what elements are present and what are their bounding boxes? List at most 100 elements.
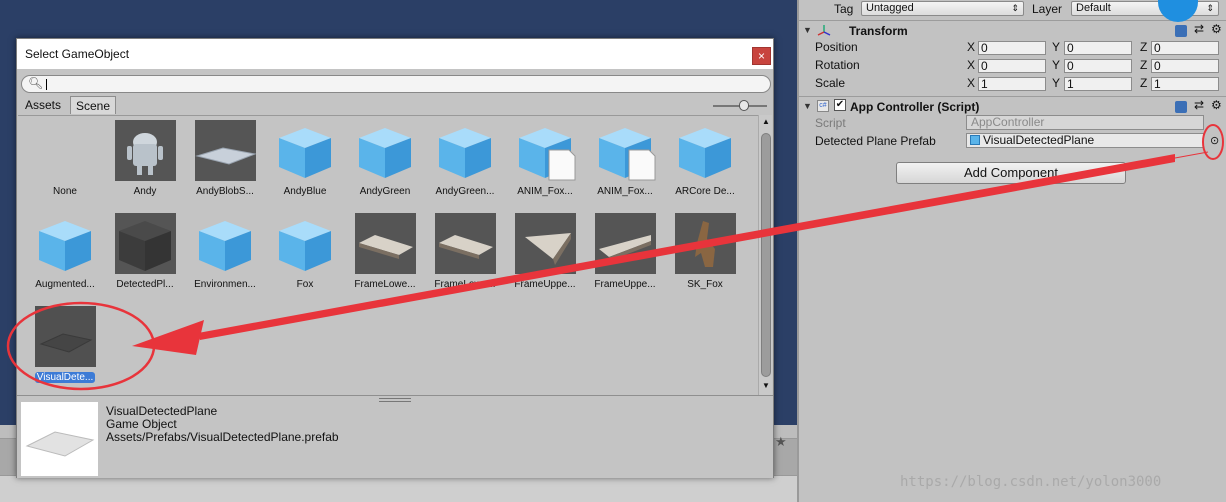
search-icon: 🔍︎ xyxy=(28,76,44,90)
position-y-field[interactable]: 0 xyxy=(1064,41,1132,55)
asset-item[interactable]: AndyGreen... xyxy=(427,120,503,210)
preview-panel: VisualDetectedPlane Game Object Assets/P… xyxy=(17,395,773,478)
foldout-arrow-icon[interactable]: ▼ xyxy=(803,101,812,111)
tab-scene[interactable]: Scene xyxy=(70,96,117,114)
asset-name: FrameLowe... xyxy=(427,279,503,290)
help-icon[interactable] xyxy=(1175,101,1187,113)
app-controller-header[interactable]: ▼ c# ✔ App Controller (Script) ⇄ ⚙ xyxy=(799,96,1226,114)
asset-item[interactable]: Andy xyxy=(107,120,183,210)
app-controller-title: App Controller (Script) xyxy=(850,100,980,114)
help-icon[interactable] xyxy=(1175,25,1187,37)
select-gameobject-dialog: Select GameObject × 🔍︎ Assets Scene None… xyxy=(16,38,774,478)
dialog-title: Select GameObject xyxy=(25,47,130,61)
scale-y-field[interactable]: 1 xyxy=(1064,77,1132,91)
detected-plane-prefab-field[interactable]: VisualDetectedPlane xyxy=(966,133,1204,148)
axis-z-label: Z xyxy=(1140,58,1148,72)
asset-item[interactable]: AndyBlue xyxy=(267,120,343,210)
foldout-arrow-icon[interactable]: ▼ xyxy=(803,25,812,35)
asset-item[interactable]: ANIM_Fox... xyxy=(587,120,663,210)
panel-content xyxy=(0,475,797,502)
rotation-z-field[interactable]: 0 xyxy=(1151,59,1219,73)
axis-y-label: Y xyxy=(1052,58,1061,72)
plane-model-icon xyxy=(195,120,257,181)
asset-item[interactable]: AndyGreen xyxy=(347,120,423,210)
scale-label: Scale xyxy=(815,76,846,90)
preset-icon[interactable]: ⇄ xyxy=(1194,98,1204,112)
rotation-label: Rotation xyxy=(815,58,860,72)
axis-y-label: Y xyxy=(1052,40,1061,54)
favorite-star-icon[interactable]: ★ xyxy=(775,435,787,450)
asset-name: Fox xyxy=(267,279,343,290)
asset-name: FrameUppe... xyxy=(507,279,583,290)
preview-name: VisualDetectedPlane xyxy=(106,404,218,418)
search-input[interactable]: 🔍︎ xyxy=(21,75,771,93)
asset-label: FrameLowe... xyxy=(434,279,496,290)
asset-thumbnail xyxy=(195,120,257,181)
asset-item[interactable]: FrameLowe... xyxy=(347,213,423,303)
preset-icon[interactable]: ⇄ xyxy=(1194,22,1204,36)
asset-item[interactable]: SK_Fox xyxy=(667,213,743,303)
asset-label: DetectedPl... xyxy=(116,279,174,290)
tag-dropdown[interactable]: Untagged ⇕ xyxy=(861,1,1024,16)
add-component-button[interactable]: Add Component xyxy=(896,162,1126,184)
asset-item[interactable]: ANIM_Fox... xyxy=(507,120,583,210)
cube-document-icon xyxy=(519,128,576,181)
asset-item[interactable]: FrameLowe... xyxy=(427,213,503,303)
asset-label: Andy xyxy=(133,186,157,197)
vertical-scrollbar[interactable]: ▲ ▼ xyxy=(758,115,772,395)
tab-assets[interactable]: Assets xyxy=(20,96,66,114)
asset-label: ANIM_Fox... xyxy=(517,186,573,197)
dropdown-arrow-icon: ⇕ xyxy=(1206,3,1214,13)
scale-z-field[interactable]: 1 xyxy=(1151,77,1219,91)
tab-bar: Assets Scene xyxy=(17,95,773,114)
axis-y-label: Y xyxy=(1052,76,1061,90)
position-label: Position xyxy=(815,40,858,54)
asset-item[interactable]: AndyBlobS... xyxy=(187,120,263,210)
zoom-slider-handle[interactable] xyxy=(739,100,749,111)
asset-name: ARCore De... xyxy=(667,186,743,197)
gear-icon[interactable]: ⚙ xyxy=(1211,98,1222,112)
tag-label: Tag xyxy=(834,2,854,16)
asset-label: VisualDete... xyxy=(34,372,96,383)
asset-item[interactable]: ARCore De... xyxy=(667,120,743,210)
asset-item[interactable]: FrameUppe... xyxy=(587,213,663,303)
dialog-titlebar[interactable]: Select GameObject × xyxy=(17,39,773,69)
rotation-y-field[interactable]: 0 xyxy=(1064,59,1132,73)
asset-item[interactable]: VisualDete... xyxy=(27,306,103,396)
cube-document-icon xyxy=(599,128,656,181)
asset-thumbnail xyxy=(275,120,336,181)
axis-x-label: X xyxy=(967,58,976,72)
position-z-field[interactable]: 0 xyxy=(1151,41,1219,55)
asset-label: AndyBlue xyxy=(283,186,327,197)
asset-item[interactable]: FrameUppe... xyxy=(507,213,583,303)
transform-header[interactable]: ▼ Transform ⇄ ⚙ xyxy=(799,20,1226,38)
asset-name: AndyGreen... xyxy=(427,186,503,197)
asset-item[interactable]: Fox xyxy=(267,213,343,303)
preview-path: Assets/Prefabs/VisualDetectedPlane.prefa… xyxy=(106,430,339,444)
asset-item[interactable]: DetectedPl... xyxy=(107,213,183,303)
cube-prefab-icon xyxy=(279,128,331,178)
resize-grip[interactable] xyxy=(379,398,411,402)
asset-thumbnail xyxy=(195,213,256,274)
asset-thumbnail xyxy=(115,120,176,181)
position-x-field[interactable]: 0 xyxy=(978,41,1046,55)
scroll-up-icon[interactable]: ▲ xyxy=(762,117,770,126)
scale-x-field[interactable]: 1 xyxy=(978,77,1046,91)
scroll-down-icon[interactable]: ▼ xyxy=(762,381,770,390)
rotation-x-field[interactable]: 0 xyxy=(978,59,1046,73)
close-button[interactable]: × xyxy=(752,47,771,65)
cube-prefab-icon xyxy=(279,221,331,271)
gear-icon[interactable]: ⚙ xyxy=(1211,22,1222,36)
asset-name: AndyBlobS... xyxy=(187,186,263,197)
object-picker-icon[interactable]: ⊙ xyxy=(1210,134,1219,147)
scrollbar-thumb[interactable] xyxy=(761,133,771,377)
dark-cube-icon xyxy=(115,213,176,274)
asset-item[interactable]: Augmented... xyxy=(27,213,103,303)
asset-item[interactable]: Environmen... xyxy=(187,213,263,303)
inspector-panel: Tag Untagged ⇕ Layer Default ⇕ ▼ Transfo… xyxy=(797,0,1226,502)
asset-thumbnail xyxy=(35,120,96,181)
enabled-checkbox[interactable]: ✔ xyxy=(834,99,846,111)
cube-prefab-icon xyxy=(439,128,491,178)
asset-thumbnail xyxy=(275,213,336,274)
asset-item[interactable]: None xyxy=(27,120,103,210)
